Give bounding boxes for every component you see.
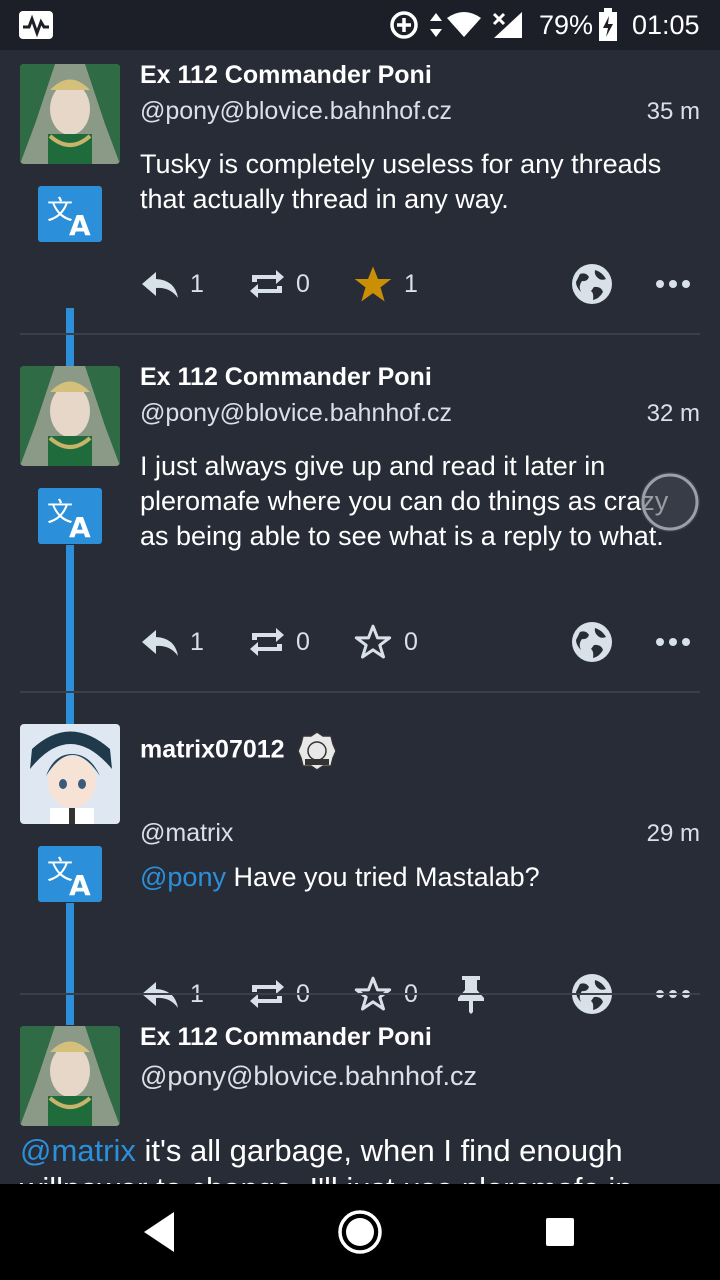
avatar[interactable]	[20, 366, 120, 466]
svg-text:A: A	[69, 209, 91, 242]
boost-count: 0	[296, 269, 310, 298]
status-actions: 1 0 1	[140, 259, 700, 309]
status-bar: 79% 01:05	[0, 0, 720, 50]
clock: 01:05	[632, 9, 700, 40]
data-saver-icon	[388, 0, 420, 50]
thread-line	[66, 903, 74, 1025]
display-name[interactable]: Ex 112 Commander Poni	[140, 1023, 432, 1052]
timestamp: 29 m	[646, 820, 700, 847]
status-content[interactable]: Tusky is completely useless for any thre…	[140, 147, 680, 217]
status-text: Have you tried Mastalab?	[225, 862, 540, 892]
battery-icon	[598, 0, 618, 50]
avatar[interactable]	[20, 64, 120, 164]
battery-percent: 79%	[539, 9, 594, 40]
favourite-button[interactable]: 1	[352, 259, 418, 309]
timestamp: 32 m	[646, 400, 700, 427]
more-options-button[interactable]	[655, 259, 691, 309]
more-options-button[interactable]	[655, 617, 691, 667]
activity-icon	[18, 0, 54, 50]
mention-link[interactable]: @matrix	[20, 1133, 136, 1168]
visibility-button[interactable]	[570, 617, 614, 667]
status-content[interactable]: @pony Have you tried Mastalab?	[140, 860, 680, 895]
username[interactable]: @pony@blovice.bahnhof.cz	[140, 1061, 477, 1092]
translate-button[interactable]: 文 A	[38, 846, 102, 902]
translate-icon: 文 A	[47, 856, 91, 902]
timestamp: 35 m	[646, 98, 700, 125]
display-name-text: matrix07012	[140, 735, 285, 764]
more-icon	[656, 638, 690, 646]
username[interactable]: @pony@blovice.bahnhof.cz	[140, 97, 452, 126]
star-icon	[354, 266, 392, 302]
back-button[interactable]	[120, 1184, 200, 1280]
thread-line	[66, 545, 74, 725]
svg-text:A: A	[69, 511, 91, 544]
data-arrows-icon	[428, 0, 444, 50]
translate-icon: 文 A	[47, 498, 91, 544]
favourite-count: 0	[404, 627, 418, 656]
globe-icon	[572, 622, 612, 662]
translate-button[interactable]: 文 A	[38, 488, 102, 544]
signal-icon	[490, 0, 524, 50]
reply-count: 1	[190, 627, 204, 656]
back-icon	[144, 1212, 174, 1252]
wifi-icon	[446, 0, 482, 50]
boost-icon	[250, 270, 284, 298]
boost-count: 0	[296, 627, 310, 656]
svg-text:A: A	[69, 869, 91, 902]
display-name[interactable]: Ex 112 Commander Poni	[140, 363, 432, 392]
status-actions: 1 0 0	[140, 617, 700, 667]
favourite-button[interactable]: 0	[352, 617, 418, 667]
home-icon	[338, 1210, 382, 1254]
more-icon	[656, 280, 690, 288]
username[interactable]: @pony@blovice.bahnhof.cz	[140, 399, 452, 428]
display-name[interactable]: matrix07012	[140, 730, 338, 772]
thread-timeline[interactable]: 文 A Ex 112 Commander Poni @pony@blovice.…	[0, 50, 720, 1184]
status-content[interactable]: @matrix it's all garbage, when I find en…	[20, 1132, 700, 1184]
navigation-bar	[0, 1184, 720, 1280]
boost-button[interactable]: 0	[248, 259, 310, 309]
status-content[interactable]: I just always give up and read it later …	[140, 449, 680, 554]
divider	[20, 691, 700, 693]
translate-button[interactable]: 文 A	[38, 186, 102, 242]
reply-icon	[142, 272, 178, 298]
reply-count: 1	[190, 269, 204, 298]
reply-icon	[142, 630, 178, 656]
username[interactable]: @matrix	[140, 819, 233, 848]
thot-patrol-emoji	[296, 731, 337, 771]
recents-icon	[546, 1218, 574, 1246]
boost-button[interactable]: 0	[248, 617, 310, 667]
home-button[interactable]	[318, 1184, 402, 1280]
mention-link[interactable]: @pony	[140, 862, 226, 892]
favourite-count: 1	[404, 269, 418, 298]
touch-indicator	[640, 472, 700, 532]
recents-button[interactable]	[520, 1184, 600, 1280]
translate-icon: 文 A	[47, 196, 91, 242]
globe-icon	[572, 264, 612, 304]
avatar[interactable]	[20, 724, 120, 824]
avatar[interactable]	[20, 1026, 120, 1126]
reply-button[interactable]: 1	[140, 617, 204, 667]
reply-button[interactable]: 1	[140, 259, 204, 309]
divider	[20, 993, 700, 995]
star-outline-icon	[354, 624, 392, 659]
boost-icon	[250, 628, 284, 656]
visibility-button[interactable]	[570, 259, 614, 309]
display-name[interactable]: Ex 112 Commander Poni	[140, 61, 432, 90]
divider	[20, 333, 700, 335]
